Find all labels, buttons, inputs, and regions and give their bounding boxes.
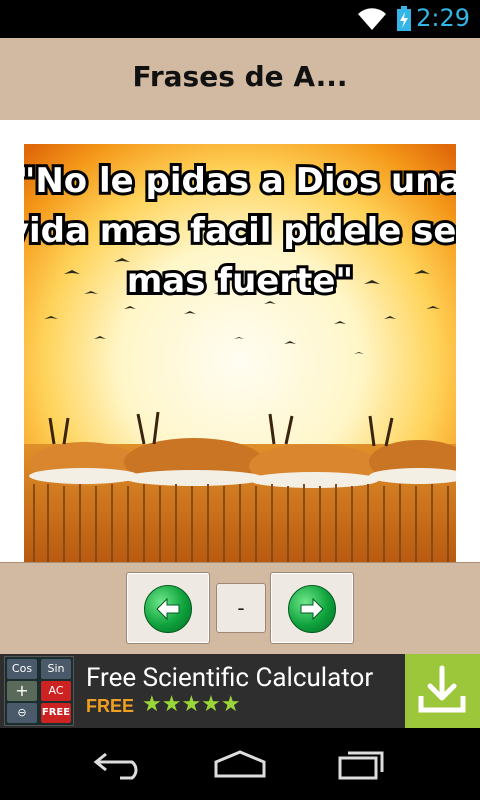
- left-arrow-icon: [144, 585, 192, 633]
- home-icon[interactable]: [212, 748, 268, 780]
- next-button[interactable]: [270, 572, 354, 644]
- page-counter: -: [216, 583, 266, 633]
- status-bar: 2:29: [0, 0, 480, 38]
- sin-key: Sin: [41, 659, 71, 679]
- page-title: Frases de A...: [132, 60, 348, 93]
- action-bar: Frases de A...: [0, 38, 480, 121]
- quote-line-2: vida mas facil pidele ser: [24, 211, 456, 251]
- ad-free-label: FREE: [86, 696, 135, 716]
- quote-image: "No le pidas a Dios una vida mas facil p…: [24, 144, 456, 562]
- download-button[interactable]: [405, 654, 480, 728]
- wifi-icon: [358, 8, 386, 30]
- battery-icon: [397, 6, 411, 31]
- back-icon[interactable]: [92, 748, 148, 780]
- ac-key: AC: [41, 681, 71, 701]
- clock: 2:29: [416, 4, 470, 32]
- rating-stars: ★★★★★: [142, 692, 241, 717]
- quote-line-1: "No le pidas a Dios una: [24, 161, 456, 201]
- navigation-toolbar: -: [0, 562, 480, 655]
- minus-key: ⊖: [7, 703, 37, 723]
- system-nav-bar: [0, 728, 480, 800]
- previous-button[interactable]: [126, 572, 210, 644]
- quote-line-3: mas fuerte": [127, 261, 353, 301]
- content-area: "No le pidas a Dios una vida mas facil p…: [0, 120, 480, 562]
- cos-key: Cos: [7, 659, 37, 679]
- ad-banner[interactable]: Cos Sin + AC ⊖ FREE Free Scientific Calc…: [0, 654, 480, 728]
- right-arrow-icon: [288, 585, 336, 633]
- recent-apps-icon[interactable]: [334, 748, 390, 780]
- calculator-app-icon: Cos Sin + AC ⊖ FREE: [4, 656, 74, 726]
- plus-key: +: [7, 681, 37, 701]
- free-badge: FREE: [41, 703, 71, 723]
- download-icon: [418, 665, 466, 713]
- ad-title: Free Scientific Calculator: [86, 663, 374, 693]
- quote-image-art: "No le pidas a Dios una vida mas facil p…: [24, 144, 456, 562]
